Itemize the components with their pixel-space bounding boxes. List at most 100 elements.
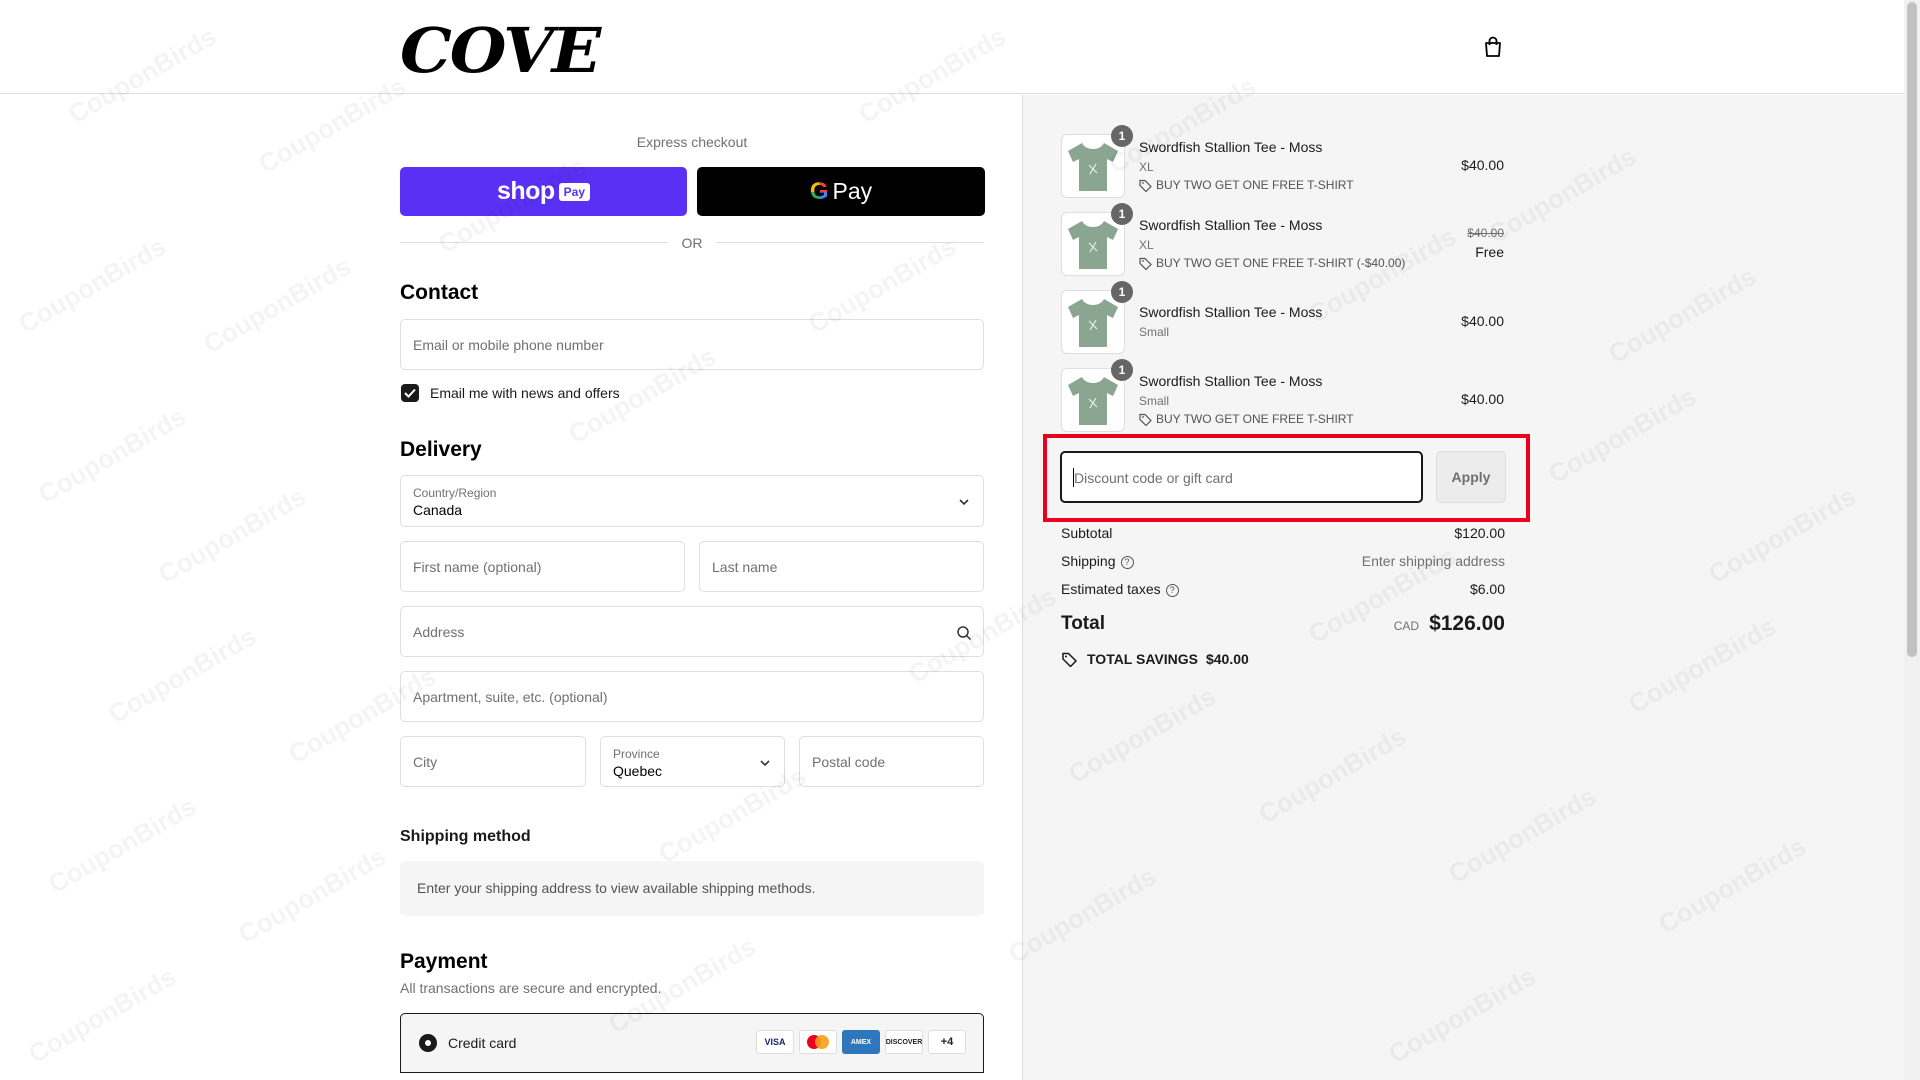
total-value: $126.00 (1429, 612, 1505, 635)
shop-pay-button[interactable]: shop Pay (400, 167, 687, 216)
contact-heading: Contact (400, 281, 479, 304)
subtotal-label: Subtotal (1061, 525, 1113, 541)
newsletter-label: Email me with news and offers (430, 385, 620, 401)
province-label: Province (613, 747, 660, 761)
total-currency: CAD (1393, 619, 1420, 633)
item-thumbnail: 1 (1061, 281, 1133, 354)
item-price: $40.00 (1461, 313, 1504, 329)
item-price: Free (1475, 244, 1504, 260)
total-row: Total CAD $126.00 (1061, 612, 1505, 636)
last-name-placeholder: Last name (712, 558, 778, 575)
item-thumbnail: 1 (1061, 125, 1133, 198)
last-name-field[interactable]: Last name (699, 541, 984, 592)
apartment-field[interactable]: Apartment, suite, etc. (optional) (400, 671, 984, 722)
tag-icon (1139, 257, 1152, 270)
country-select[interactable]: Country/Region Canada (400, 475, 984, 527)
shipping-value: Enter shipping address (1361, 553, 1505, 569)
province-select[interactable]: Province Quebec (600, 736, 785, 787)
item-quantity-badge: 1 (1111, 125, 1133, 147)
item-variant: XL (1139, 238, 1154, 252)
taxes-row: Estimated taxes? $6.00 (1061, 581, 1505, 597)
savings-label: TOTAL SAVINGS (1087, 651, 1198, 667)
apartment-placeholder: Apartment, suite, etc. (optional) (413, 688, 608, 705)
subtotal-row: Subtotal $120.00 (1061, 525, 1505, 541)
chevron-down-icon (959, 499, 969, 506)
item-quantity-badge: 1 (1111, 281, 1133, 303)
discount-code-input[interactable]: Discount code or gift card (1060, 451, 1423, 503)
or-divider-left (400, 242, 668, 243)
shop-pay-badge: Pay (558, 182, 591, 201)
checkmark-icon (404, 388, 416, 398)
shipping-row: Shipping? Enter shipping address (1061, 553, 1505, 569)
tag-icon (1139, 413, 1152, 426)
item-price: $40.00 (1461, 391, 1504, 407)
shipping-method-notice: Enter your shipping address to view avai… (400, 861, 984, 916)
item-discount-label: BUY TWO GET ONE FREE T-SHIRT (1156, 178, 1354, 192)
item-variant: Small (1139, 394, 1170, 408)
visa-icon: VISA (756, 1030, 794, 1054)
first-name-placeholder: First name (optional) (413, 558, 542, 575)
search-icon (957, 626, 972, 641)
scrollbar-thumb[interactable] (1907, 2, 1917, 657)
savings-value: $40.00 (1205, 651, 1249, 667)
item-title: Swordfish Stallion Tee - Moss (1139, 217, 1323, 233)
help-icon[interactable]: ? (1120, 555, 1134, 569)
country-label: Country/Region (413, 486, 497, 500)
amex-icon: AMEX (842, 1030, 880, 1054)
delivery-heading: Delivery (400, 438, 482, 461)
express-checkout-label: Express checkout (636, 134, 748, 150)
brand-logo[interactable]: COVE (400, 20, 601, 82)
more-cards-badge: +4 (928, 1030, 966, 1054)
email-placeholder: Email or mobile phone number (413, 336, 604, 353)
shipping-label: Shipping (1061, 553, 1116, 569)
or-divider-right (716, 242, 984, 243)
address-field[interactable]: Address (400, 606, 984, 657)
postal-code-field[interactable]: Postal code (799, 736, 984, 787)
discover-icon: DISCOVER (885, 1030, 923, 1054)
city-placeholder: City (413, 753, 438, 770)
city-field[interactable]: City (400, 736, 586, 787)
text-cursor (1073, 468, 1074, 487)
item-thumbnail: 1 (1061, 203, 1133, 276)
postal-code-placeholder: Postal code (812, 753, 886, 770)
or-divider-text: OR (681, 235, 703, 251)
credit-card-label: Credit card (448, 1035, 517, 1051)
credit-card-radio[interactable] (419, 1034, 437, 1052)
item-price: $40.00 (1461, 157, 1504, 173)
item-discount: BUY TWO GET ONE FREE T-SHIRT (1139, 178, 1354, 192)
item-variant: Small (1139, 325, 1170, 339)
newsletter-checkbox[interactable] (401, 384, 419, 402)
item-original-price: $40.00 (1467, 226, 1504, 240)
item-title: Swordfish Stallion Tee - Moss (1139, 373, 1323, 389)
taxes-value: $6.00 (1469, 581, 1505, 597)
google-g-icon: G (809, 177, 829, 205)
tag-icon (1062, 652, 1078, 667)
discount-code-placeholder: Discount code or gift card (1074, 470, 1233, 486)
total-savings: TOTAL SAVINGS $40.00 (1061, 651, 1249, 667)
item-quantity-badge: 1 (1111, 359, 1133, 381)
subtotal-value: $120.00 (1454, 525, 1505, 541)
shopping-bag-icon[interactable] (1483, 36, 1503, 58)
mastercard-icon (799, 1030, 837, 1054)
shop-pay-wordmark: shop (496, 177, 555, 205)
help-icon[interactable]: ? (1165, 583, 1179, 597)
shipping-method-heading: Shipping method (400, 828, 531, 845)
first-name-field[interactable]: First name (optional) (400, 541, 685, 592)
credit-card-option[interactable]: Credit card VISA AMEX DISCOVER +4 (400, 1013, 984, 1073)
item-title: Swordfish Stallion Tee - Moss (1139, 139, 1323, 155)
item-discount: BUY TWO GET ONE FREE T-SHIRT (1139, 412, 1354, 426)
item-title: Swordfish Stallion Tee - Moss (1139, 304, 1323, 320)
payment-heading: Payment (400, 950, 488, 973)
item-variant: XL (1139, 160, 1154, 174)
item-discount-label: BUY TWO GET ONE FREE T-SHIRT (-$40.00) (1156, 256, 1406, 270)
header: COVE (0, 0, 1904, 94)
item-quantity-badge: 1 (1111, 203, 1133, 225)
province-value: Quebec (613, 763, 663, 779)
google-pay-button[interactable]: G Pay (697, 167, 985, 216)
chevron-down-icon (760, 760, 770, 767)
apply-button[interactable]: Apply (1436, 451, 1506, 503)
tag-icon (1139, 179, 1152, 192)
item-discount-label: BUY TWO GET ONE FREE T-SHIRT (1156, 412, 1354, 426)
email-field[interactable]: Email or mobile phone number (400, 319, 984, 370)
item-thumbnail: 1 (1061, 359, 1133, 432)
